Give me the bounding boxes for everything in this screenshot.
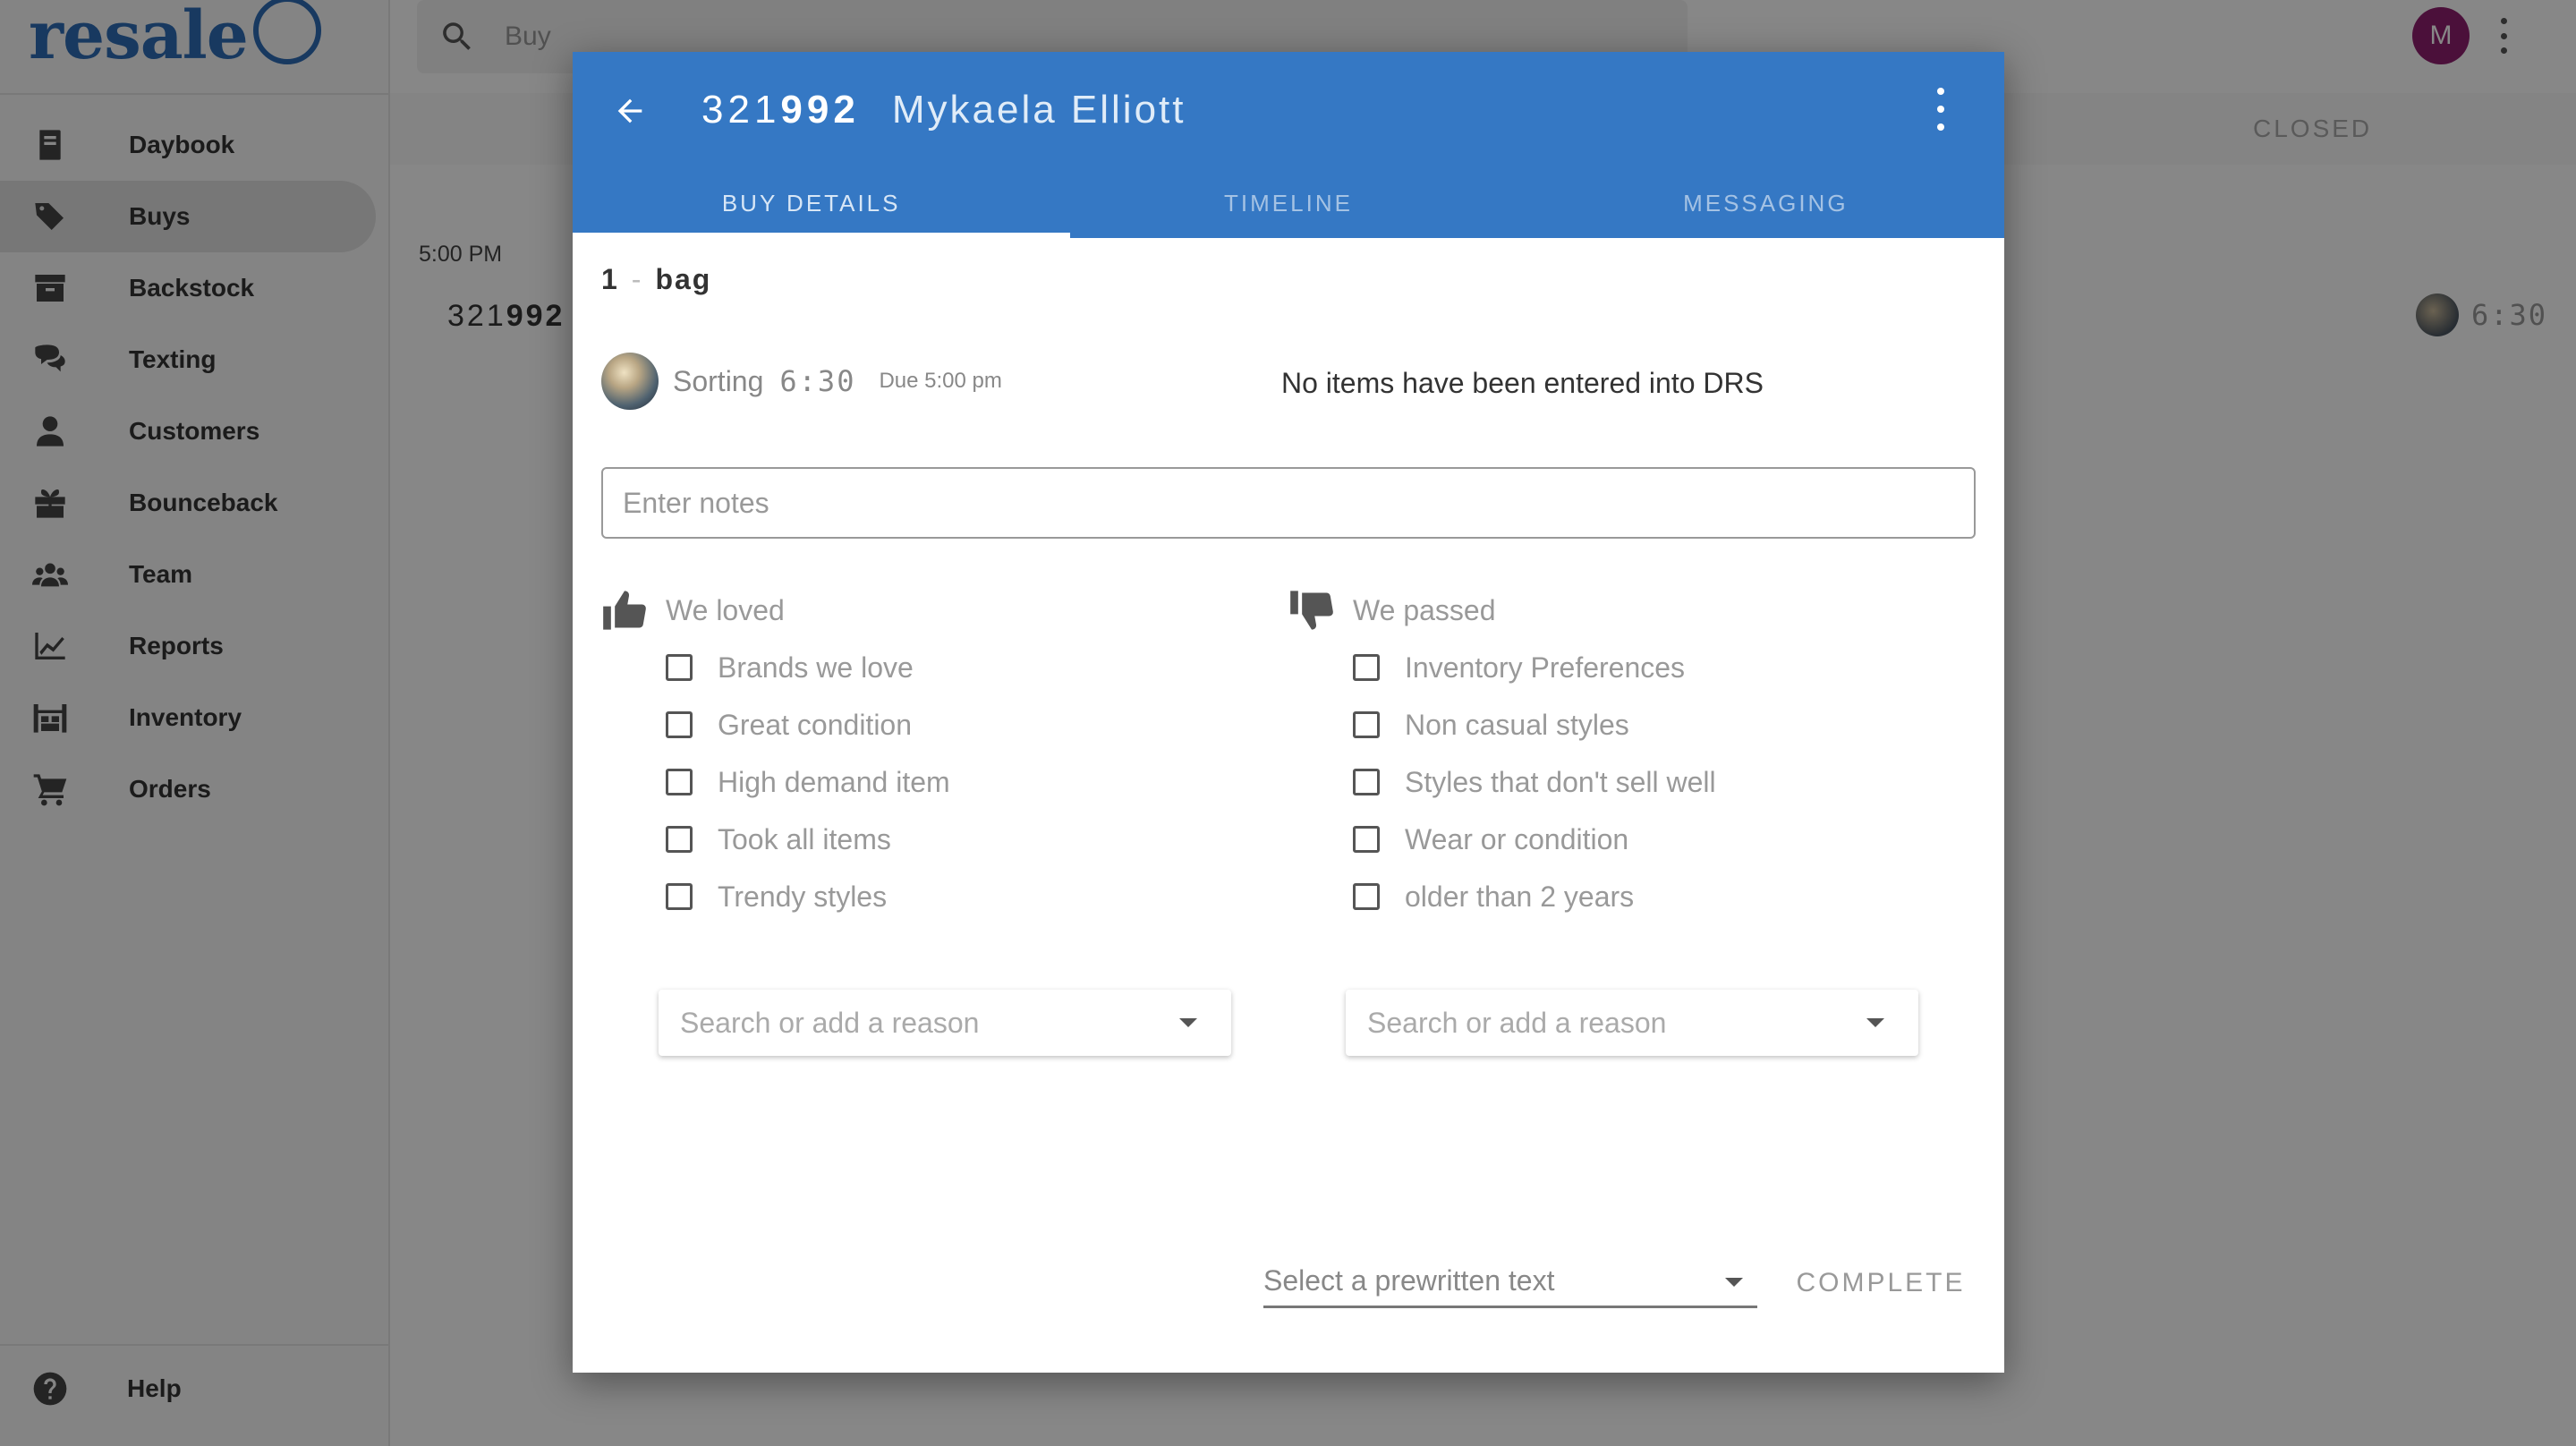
- customer-name: Mykaela Elliott: [891, 88, 1186, 132]
- checkbox[interactable]: [666, 883, 693, 910]
- passed-reason-select[interactable]: Search or add a reason: [1346, 990, 1918, 1056]
- passed-option[interactable]: Inventory Preferences: [1288, 639, 1951, 696]
- checkbox[interactable]: [666, 769, 693, 795]
- loved-heading: We loved: [601, 582, 1263, 639]
- option-label: Trendy styles: [718, 880, 888, 913]
- passed-option[interactable]: Wear or condition: [1288, 811, 1951, 868]
- loved-heading-label: We loved: [666, 593, 785, 626]
- buy-detail-dialog: 321992 Mykaela Elliott BUY DETAILS TIMEL…: [573, 52, 2004, 1373]
- option-label: Styles that don't sell well: [1405, 765, 1716, 798]
- buy-number: 321992: [701, 88, 860, 132]
- buy-number-bold: 992: [780, 88, 860, 132]
- due-time: Due 5:00 pm: [879, 369, 1002, 393]
- bag-unit: bag: [655, 263, 712, 295]
- option-label: Inventory Preferences: [1405, 651, 1686, 684]
- tab-messaging[interactable]: MESSAGING: [1527, 175, 2004, 238]
- buy-number-prefix: 321: [701, 88, 781, 132]
- passed-option[interactable]: Non casual styles: [1288, 696, 1951, 753]
- dropdown-arrow-icon: [1866, 1018, 1884, 1027]
- loved-option[interactable]: Took all items: [601, 811, 1263, 868]
- loved-column: We loved Brands we love Great condition …: [601, 582, 1263, 1056]
- bag-separator: -: [631, 263, 643, 295]
- status-label: Sorting: [673, 364, 764, 397]
- checkbox[interactable]: [1353, 883, 1380, 910]
- loved-option[interactable]: Great condition: [601, 696, 1263, 753]
- checkbox[interactable]: [1353, 654, 1380, 681]
- checkbox[interactable]: [1353, 826, 1380, 853]
- prewritten-text-select[interactable]: Select a prewritten text: [1263, 1256, 1757, 1308]
- reason-placeholder: Search or add a reason: [680, 1006, 980, 1039]
- tab-buy-details[interactable]: BUY DETAILS: [573, 175, 1050, 238]
- active-tab-indicator: [573, 233, 1070, 238]
- passed-heading: We passed: [1288, 582, 1951, 639]
- notes-input[interactable]: [601, 467, 1976, 539]
- checkbox[interactable]: [1353, 711, 1380, 738]
- dialog-title: 321992 Mykaela Elliott: [701, 79, 1186, 141]
- option-label: Great condition: [718, 708, 913, 741]
- checkbox[interactable]: [666, 711, 693, 738]
- checkbox[interactable]: [666, 826, 693, 853]
- dropdown-arrow-icon: [1179, 1018, 1197, 1027]
- prewritten-placeholder: Select a prewritten text: [1263, 1264, 1555, 1297]
- option-label: Took all items: [718, 822, 891, 855]
- back-button[interactable]: [603, 84, 657, 138]
- option-label: Brands we love: [718, 651, 914, 684]
- status-row: Sorting 6:30 Due 5:00 pm: [601, 353, 1002, 410]
- dropdown-arrow-icon: [1725, 1278, 1743, 1287]
- checkbox[interactable]: [666, 654, 693, 681]
- timer: 6:30: [779, 364, 856, 398]
- thumbs-down-icon: [1290, 591, 1333, 630]
- loved-option[interactable]: Brands we love: [601, 639, 1263, 696]
- passed-option[interactable]: Styles that don't sell well: [1288, 753, 1951, 811]
- buyer-photo: [601, 353, 659, 410]
- option-label: High demand item: [718, 765, 950, 798]
- bag-count-number: 1: [601, 263, 619, 295]
- passed-column: We passed Inventory Preferences Non casu…: [1288, 582, 1951, 1056]
- complete-button[interactable]: COMPLETE: [1791, 1255, 1970, 1312]
- drs-message: No items have been entered into DRS: [1281, 367, 1764, 399]
- loved-reason-select[interactable]: Search or add a reason: [659, 990, 1231, 1056]
- option-label: older than 2 years: [1405, 880, 1635, 913]
- dialog-header: 321992 Mykaela Elliott BUY DETAILS TIMEL…: [573, 52, 2004, 238]
- reason-placeholder: Search or add a reason: [1367, 1006, 1667, 1039]
- option-label: Wear or condition: [1405, 822, 1629, 855]
- bag-count: 1- bag: [601, 263, 711, 296]
- checkbox[interactable]: [1353, 769, 1380, 795]
- option-label: Non casual styles: [1405, 708, 1629, 741]
- more-vert-icon[interactable]: [1927, 88, 1954, 131]
- passed-option[interactable]: older than 2 years: [1288, 868, 1951, 925]
- thumbs-up-icon: [603, 591, 646, 630]
- dialog-tabs: BUY DETAILS TIMELINE MESSAGING: [573, 175, 2004, 238]
- loved-option[interactable]: Trendy styles: [601, 868, 1263, 925]
- tab-timeline[interactable]: TIMELINE: [1050, 175, 1526, 238]
- arrow-back-icon: [617, 98, 642, 123]
- loved-option[interactable]: High demand item: [601, 753, 1263, 811]
- passed-heading-label: We passed: [1353, 593, 1496, 626]
